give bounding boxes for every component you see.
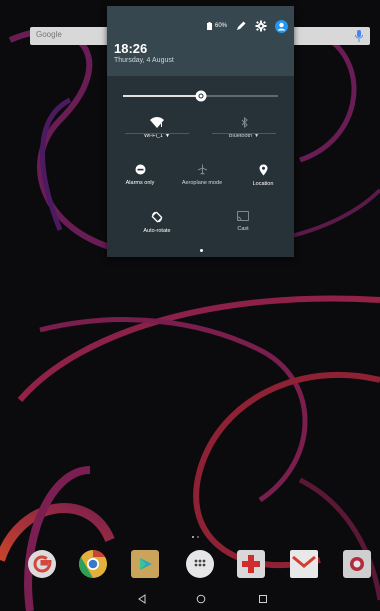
google-app-icon[interactable] (28, 550, 56, 578)
tile-aeroplane-mode[interactable]: Aeroplane mode (172, 164, 232, 186)
app-grid-icon (194, 559, 206, 567)
quick-settings-panel: 60% 18:26 Thursday, 4 August Wi-Fi_1 ▼ B… (107, 6, 294, 257)
brightness-slider[interactable] (123, 90, 278, 102)
battery-icon (206, 22, 212, 30)
home-icon[interactable] (196, 594, 206, 604)
play-store-icon[interactable] (131, 550, 159, 578)
user-avatar-icon[interactable] (275, 19, 288, 33)
bluetooth-icon (241, 117, 248, 128)
app-drawer-icon[interactable] (186, 550, 214, 578)
gmail-icon[interactable] (290, 550, 318, 578)
cast-label: Cast (237, 226, 249, 232)
brightness-fill (123, 95, 201, 97)
chrome-icon[interactable] (79, 550, 107, 578)
clock-time: 18:26 (114, 41, 148, 56)
recents-icon[interactable] (258, 594, 268, 604)
airplane-icon (197, 164, 207, 175)
aeroplane-label: Aeroplane mode (181, 180, 223, 186)
clock-date: Thursday, 4 August (114, 57, 174, 64)
wifi-icon (150, 117, 164, 128)
location-label: Location (252, 181, 274, 187)
tile-wifi[interactable]: Wi-Fi_1 ▼ (122, 117, 192, 139)
edit-pencil-icon[interactable] (235, 20, 247, 32)
divider (125, 133, 189, 134)
google-g-icon (33, 555, 52, 573)
microphone-icon[interactable] (354, 29, 364, 43)
page-indicator-icon (192, 536, 199, 538)
tile-bluetooth[interactable]: Bluetooth ▼ (209, 117, 279, 139)
brightness-thumb-icon[interactable] (195, 90, 207, 102)
tile-location[interactable]: Location (235, 164, 291, 187)
autorotate-label: Auto-rotate (143, 228, 171, 234)
divider (212, 133, 276, 134)
health-app-icon[interactable] (237, 550, 265, 578)
play-triangle-icon (140, 558, 152, 570)
camera-icon[interactable] (343, 550, 371, 578)
tile-alarms-only[interactable]: Alarms only (112, 164, 168, 186)
page-indicator-dot (200, 249, 203, 252)
red-cross-icon (242, 555, 260, 573)
cast-icon (237, 211, 249, 221)
auto-rotate-icon (151, 211, 163, 223)
camera-lens-icon (350, 557, 364, 571)
battery-indicator: 60% (206, 22, 227, 30)
google-logo: Google (36, 30, 62, 39)
alarms-label: Alarms only (125, 180, 155, 186)
tile-auto-rotate[interactable]: Auto-rotate (127, 211, 187, 234)
chrome-logo-icon (79, 550, 106, 578)
settings-gear-icon[interactable] (255, 20, 267, 32)
do-not-disturb-icon (135, 164, 145, 175)
envelope-icon (292, 555, 316, 568)
status-row: 60% (206, 18, 288, 34)
location-pin-icon (259, 164, 267, 176)
quick-settings-header: 60% 18:26 Thursday, 4 August (107, 6, 294, 76)
back-icon[interactable] (137, 594, 147, 604)
battery-percent: 60% (214, 23, 227, 29)
tile-cast[interactable]: Cast (213, 211, 273, 232)
